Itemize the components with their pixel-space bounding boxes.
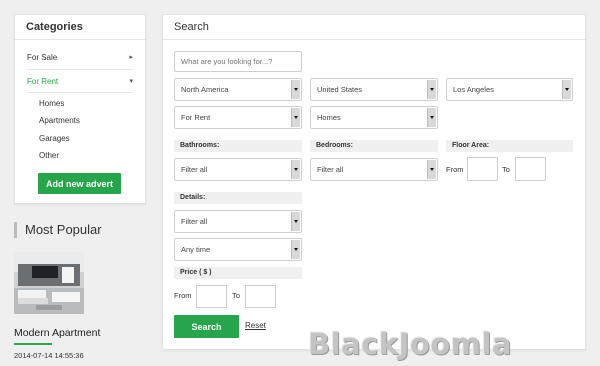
chevron-down-icon xyxy=(291,160,300,179)
price-to-input[interactable] xyxy=(245,285,276,308)
reset-link[interactable]: Reset xyxy=(245,321,266,330)
category-label: For Sale xyxy=(27,53,58,62)
details-select[interactable]: Filter all xyxy=(174,210,302,233)
region-select[interactable]: North America xyxy=(174,78,302,101)
add-new-advert-button[interactable]: Add new advert xyxy=(38,173,121,194)
floor-area-from-label: From xyxy=(446,165,464,174)
category-for-rent[interactable]: For Rent ▾ xyxy=(27,77,133,86)
country-select[interactable]: United States xyxy=(310,78,438,101)
subcategory-apartments[interactable]: Apartments xyxy=(39,116,80,125)
search-button[interactable]: Search xyxy=(174,315,239,338)
chevron-down-icon xyxy=(291,80,300,99)
article-date: 2014-07-14 14:55:36 xyxy=(14,351,84,360)
search-panel: Search North America United States Los A… xyxy=(162,14,586,350)
details-value: Filter all xyxy=(181,217,208,226)
article-title[interactable]: Modern Apartment xyxy=(14,327,100,339)
floor-area-from-input[interactable] xyxy=(467,157,498,181)
price-label: Price ( $ ) xyxy=(174,267,302,279)
floor-area-to-input[interactable] xyxy=(515,157,546,181)
bathrooms-label: Bathrooms: xyxy=(174,140,302,152)
bathrooms-value: Filter all xyxy=(181,165,208,174)
chevron-down-icon xyxy=(291,212,300,231)
subcategory-other[interactable]: Other xyxy=(39,151,59,160)
property-type-select[interactable]: Homes xyxy=(310,106,438,129)
chevron-down-icon xyxy=(562,80,571,99)
time-value: Any time xyxy=(181,245,211,254)
subcategory-homes[interactable]: Homes xyxy=(39,99,64,108)
bedrooms-label: Bedrooms: xyxy=(310,140,438,152)
blackjoomla-watermark: BlackJoomla xyxy=(308,327,512,361)
chevron-down-icon xyxy=(291,108,300,127)
bathrooms-select[interactable]: Filter all xyxy=(174,158,302,181)
listing-type-select[interactable]: For Rent xyxy=(174,106,302,129)
categories-title: Categories xyxy=(15,15,145,40)
chevron-down-icon: ▾ xyxy=(129,78,133,85)
bedrooms-select[interactable]: Filter all xyxy=(310,158,438,181)
title-underline xyxy=(14,343,52,345)
chevron-down-icon xyxy=(291,240,300,259)
city-select[interactable]: Los Angeles xyxy=(446,78,573,101)
category-for-sale[interactable]: For Sale ▸ xyxy=(27,53,133,62)
categories-panel: Categories For Sale ▸ For Rent ▾ Homes A… xyxy=(14,14,146,204)
most-popular-heading: Most Popular xyxy=(14,222,155,238)
search-title: Search xyxy=(163,15,585,40)
chevron-right-icon: ▸ xyxy=(129,54,133,61)
price-to-label: To xyxy=(232,291,240,300)
article-thumbnail[interactable] xyxy=(14,252,84,314)
city-value: Los Angeles xyxy=(453,85,494,94)
price-from-input[interactable] xyxy=(196,285,227,308)
floor-area-label: Floor Area: xyxy=(446,140,573,152)
time-select[interactable]: Any time xyxy=(174,238,302,261)
chevron-down-icon xyxy=(427,160,436,179)
divider xyxy=(27,92,133,93)
details-label: Details: xyxy=(174,192,302,204)
listing-type-value: For Rent xyxy=(181,113,211,122)
subcategory-garages[interactable]: Garages xyxy=(39,134,70,143)
country-value: United States xyxy=(317,85,363,94)
price-from-label: From xyxy=(174,291,192,300)
category-label: For Rent xyxy=(27,77,59,86)
region-value: North America xyxy=(181,85,229,94)
living-room-image xyxy=(14,252,84,314)
property-type-value: Homes xyxy=(317,113,341,122)
floor-area-to-label: To xyxy=(502,165,510,174)
bedrooms-value: Filter all xyxy=(317,165,344,174)
divider xyxy=(27,69,133,70)
chevron-down-icon xyxy=(427,108,436,127)
chevron-down-icon xyxy=(427,80,436,99)
keyword-input[interactable] xyxy=(174,51,302,72)
